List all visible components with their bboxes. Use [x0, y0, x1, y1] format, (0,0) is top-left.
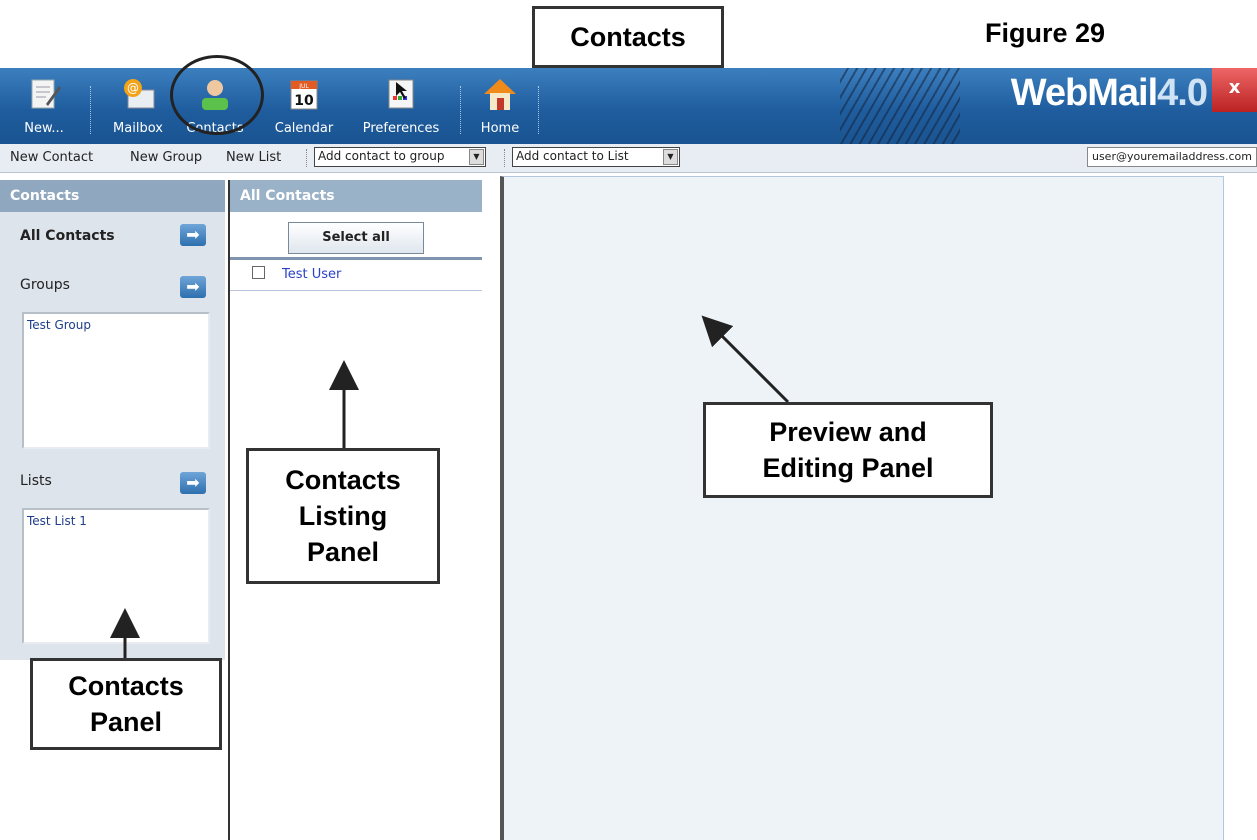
- preferences-icon: [388, 79, 414, 109]
- add-to-list-select[interactable]: Add contact to List ▼: [512, 147, 680, 167]
- list-item[interactable]: Test List 1: [27, 514, 205, 528]
- calendar-day: 10: [294, 93, 314, 109]
- toolbar-separator: [538, 86, 540, 134]
- figure-title: Contacts: [532, 6, 724, 68]
- toolbar-home-label: Home: [480, 121, 520, 136]
- lists-label: Lists: [20, 473, 52, 489]
- lists-arrow-button[interactable]: ➡: [180, 472, 206, 494]
- webmail-logo: WebMail4.0: [1010, 72, 1208, 115]
- toolbar-home-button[interactable]: Home: [472, 68, 528, 144]
- toolbar-new-button[interactable]: New...: [14, 68, 74, 144]
- new-message-icon: [31, 79, 61, 109]
- groups-label: Groups: [20, 277, 70, 293]
- toolbar-calendar-button[interactable]: JUL 10 Calendar: [266, 68, 342, 144]
- arrow-right-icon: ➡: [186, 473, 200, 492]
- toolbar-separator: [90, 86, 92, 134]
- listing-panel-callout: Contacts Listing Panel: [246, 448, 440, 584]
- new-list-link[interactable]: New List: [226, 150, 281, 165]
- add-to-group-value: Add contact to group: [318, 149, 445, 163]
- subbar-separator: [504, 149, 505, 167]
- contacts-panel-callout: Contacts Panel: [30, 658, 222, 750]
- arrow-right-icon: ➡: [186, 277, 200, 296]
- highlight-circle: [170, 55, 264, 135]
- user-email: user@youremailaddress.com: [1086, 147, 1257, 167]
- listing-panel-header: All Contacts: [230, 180, 482, 212]
- select-all-button[interactable]: Select all: [288, 222, 424, 254]
- toolbar-preferences-label: Preferences: [362, 121, 440, 136]
- brand-name: WebMail: [1010, 72, 1158, 114]
- add-to-group-select[interactable]: Add contact to group ▼: [314, 147, 486, 167]
- sub-toolbar: New Contact New Group New List Add conta…: [0, 144, 1257, 173]
- contacts-panel-header: Contacts: [0, 180, 225, 212]
- new-group-link[interactable]: New Group: [130, 150, 202, 165]
- svg-text:@: @: [127, 81, 139, 95]
- add-to-list-value: Add contact to List: [516, 149, 629, 163]
- contacts-panel: Contacts All Contacts ➡ Groups ➡ Test Gr…: [0, 180, 225, 660]
- toolbar-separator: [460, 86, 462, 134]
- new-contact-link[interactable]: New Contact: [10, 150, 93, 165]
- toolbar-new-label: New...: [24, 121, 64, 136]
- all-contacts-label[interactable]: All Contacts: [20, 228, 115, 244]
- close-button[interactable]: x: [1212, 68, 1257, 112]
- lists-list: Test List 1: [22, 508, 210, 644]
- subbar-separator: [306, 149, 307, 167]
- contact-row[interactable]: Test User: [230, 262, 482, 291]
- toolbar-preferences-button[interactable]: Preferences: [352, 68, 450, 144]
- groups-list: Test Group: [22, 312, 210, 449]
- contact-checkbox[interactable]: [252, 266, 265, 279]
- toolbar-calendar-label: Calendar: [274, 121, 334, 136]
- mailbox-icon: @: [124, 79, 155, 109]
- contact-name[interactable]: Test User: [282, 267, 341, 282]
- all-contacts-arrow-button[interactable]: ➡: [180, 224, 206, 246]
- brand-stripes: [840, 68, 960, 144]
- toolbar-mailbox-button[interactable]: @ Mailbox: [108, 68, 168, 144]
- preview-editing-panel: [500, 176, 1224, 840]
- groups-arrow-button[interactable]: ➡: [180, 276, 206, 298]
- dropdown-arrow-icon: ▼: [663, 149, 678, 165]
- home-icon: [484, 79, 516, 110]
- preview-panel-callout: Preview and Editing Panel: [703, 402, 993, 498]
- dropdown-arrow-icon: ▼: [469, 149, 484, 165]
- brand-version: 4.0: [1157, 72, 1208, 114]
- arrow-right-icon: ➡: [186, 225, 200, 244]
- group-item[interactable]: Test Group: [27, 318, 205, 332]
- listing-divider: [230, 257, 482, 260]
- figure-number: Figure 29: [985, 18, 1106, 48]
- calendar-icon: JUL 10: [290, 80, 318, 110]
- toolbar-mailbox-label: Mailbox: [113, 121, 163, 136]
- calendar-month: JUL: [298, 83, 309, 90]
